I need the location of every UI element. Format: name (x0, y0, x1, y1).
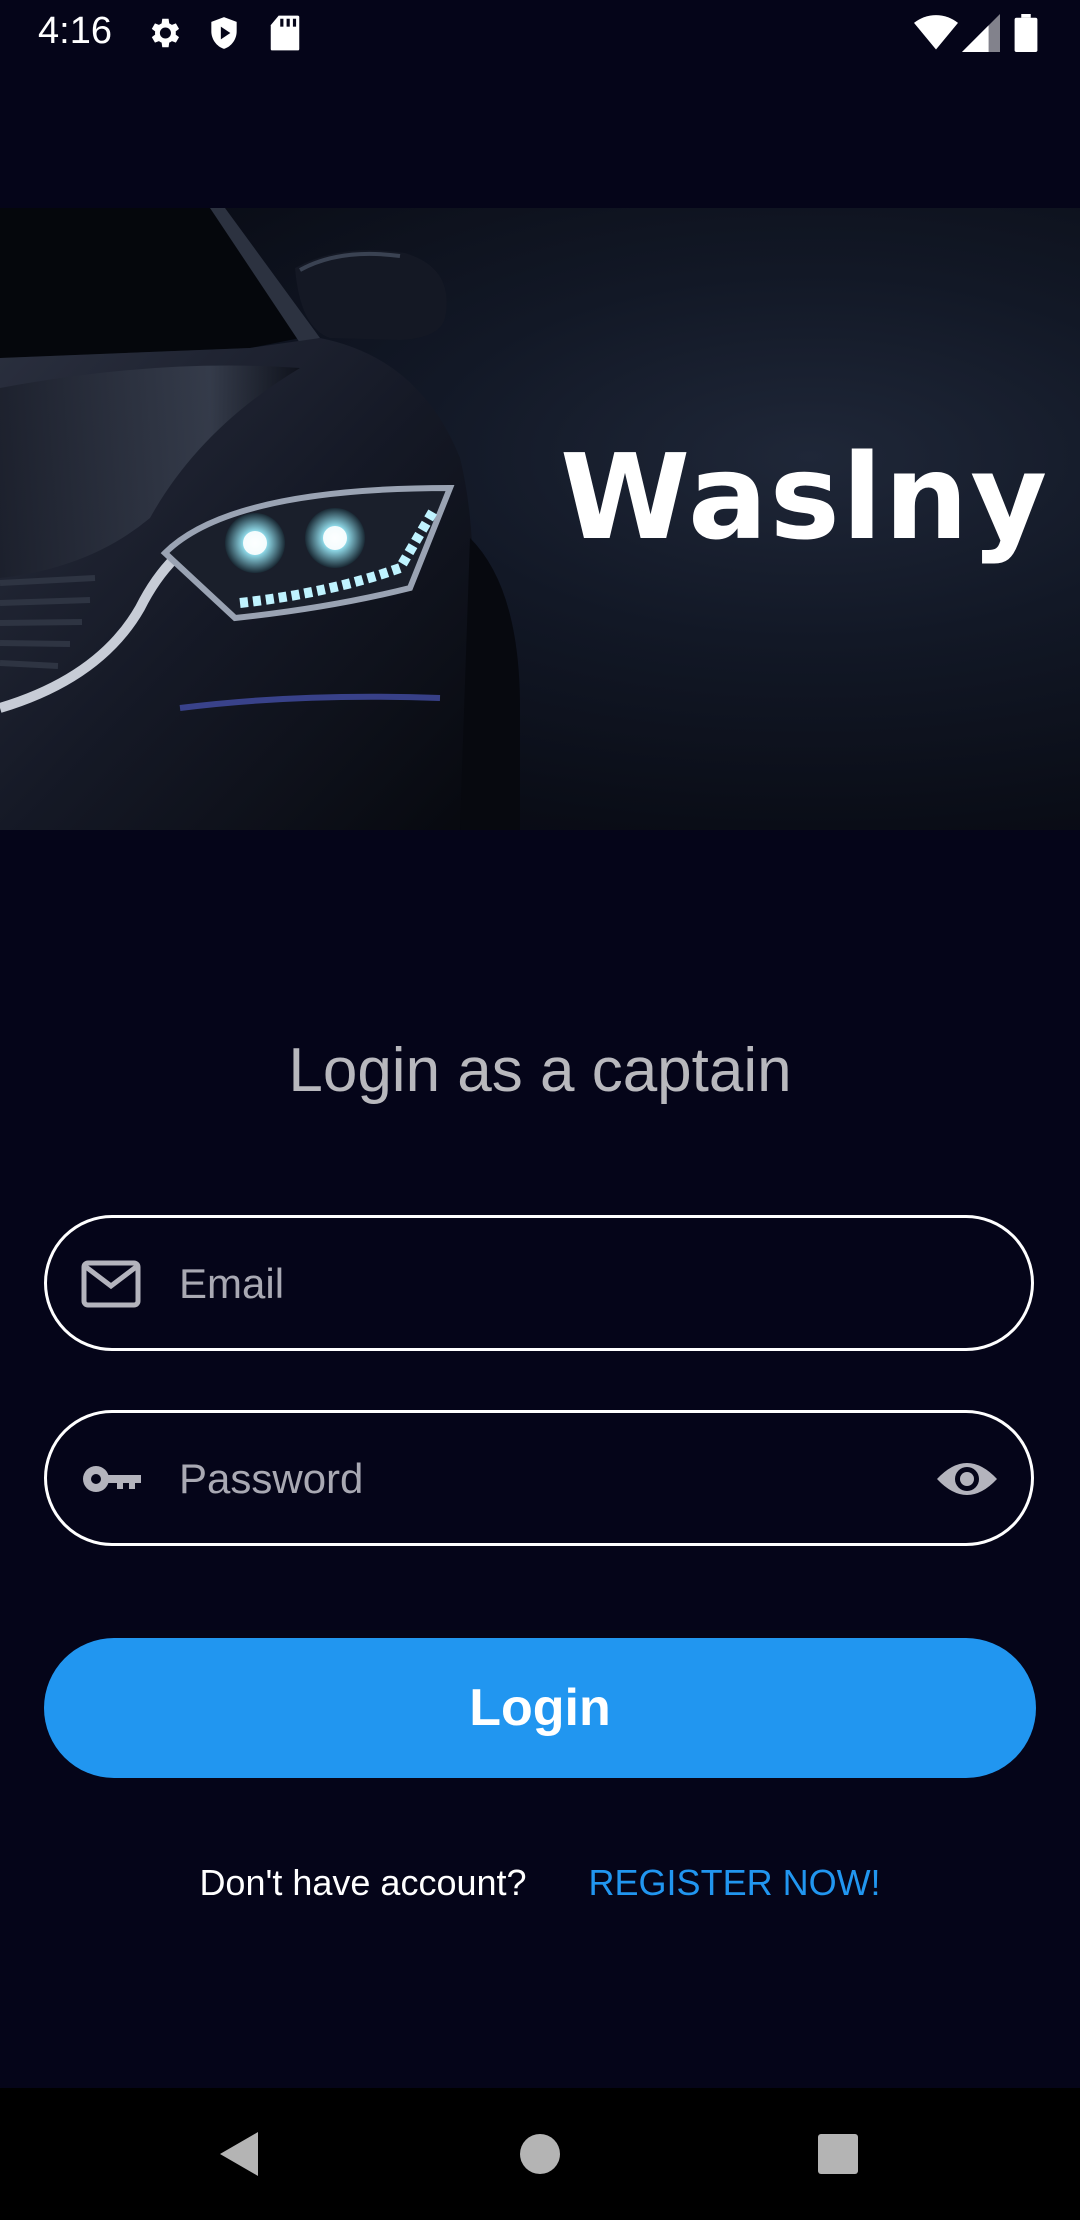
cell-signal-icon (962, 14, 1000, 57)
shield-play-icon (205, 14, 243, 57)
back-icon[interactable] (180, 2088, 300, 2220)
key-icon (81, 1455, 141, 1503)
navigation-bar (0, 2088, 1080, 2220)
brand-logo: Waslny (560, 428, 1050, 566)
mail-icon (81, 1260, 141, 1308)
home-icon[interactable] (480, 2088, 600, 2220)
login-screen: 4:16 Waslny Login as a captain Email Log… (0, 0, 1080, 2220)
hero-banner: Waslny (0, 208, 1080, 830)
status-bar: 4:16 (0, 0, 1080, 66)
recents-icon[interactable] (778, 2088, 898, 2220)
wifi-icon (914, 14, 958, 57)
register-prompt: Don't have account? (199, 1862, 527, 1903)
email-field[interactable] (44, 1215, 1034, 1351)
email-input[interactable] (177, 1218, 941, 1350)
page-title: Login as a captain (288, 1036, 792, 1105)
gear-icon (145, 14, 183, 57)
register-link[interactable]: REGISTER NOW! (589, 1862, 881, 1903)
status-time: 4:16 (38, 10, 112, 52)
sd-card-icon (268, 14, 302, 57)
eye-icon[interactable] (935, 1453, 999, 1505)
password-field[interactable] (44, 1410, 1034, 1546)
battery-icon (1014, 14, 1038, 57)
password-input[interactable] (177, 1413, 941, 1545)
register-row: Don't have account? REGISTER NOW! (0, 1862, 1080, 1904)
login-button[interactable]: Login (44, 1638, 1036, 1778)
